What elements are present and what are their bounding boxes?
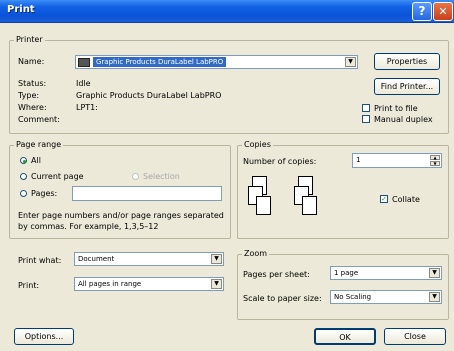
spin-down-icon[interactable]: ▼ <box>430 161 440 166</box>
print-what-label: Print what: <box>18 256 62 265</box>
manual-duplex-checkbox[interactable] <box>362 115 370 123</box>
page-range-pages-radio[interactable] <box>20 190 27 197</box>
status-value: Idle <box>76 79 91 88</box>
close-button[interactable]: Close <box>384 328 446 345</box>
pages-per-sheet-select[interactable]: 1 page ▼ <box>330 266 442 280</box>
comment-label: Comment: <box>18 115 60 124</box>
page-range-pages-label: Pages: <box>31 189 58 198</box>
printer-name-select[interactable]: Graphic Products DuraLabel LabPRO ▼ <box>75 55 358 69</box>
status-label: Status: <box>18 79 47 88</box>
title-bar <box>0 0 454 23</box>
zoom-group-label: Zoom <box>242 249 270 258</box>
print-to-file-label: Print to file <box>374 104 418 113</box>
where-value: LPT1: <box>76 103 98 112</box>
number-of-copies-input[interactable]: 1 ▲ ▼ <box>352 153 442 168</box>
zoom-group <box>237 254 449 320</box>
collate-checkbox[interactable]: ✓ <box>380 195 388 203</box>
number-of-copies-label: Number of copies: <box>243 157 317 166</box>
print-select[interactable]: All pages in range ▼ <box>74 277 224 291</box>
copies-group-label: Copies <box>242 140 273 149</box>
properties-button[interactable]: Properties <box>374 53 440 70</box>
chevron-down-icon[interactable]: ▼ <box>211 279 222 289</box>
page-range-group-label: Page range <box>14 140 64 149</box>
pages-per-sheet-value: 1 page <box>334 269 359 277</box>
scale-value: No Scaling <box>334 293 372 301</box>
chevron-down-icon[interactable]: ▼ <box>345 57 356 67</box>
page-range-selection-label: Selection <box>143 172 180 181</box>
page-range-selection-radio[interactable] <box>132 173 139 180</box>
print-what-value: Document <box>78 255 115 263</box>
printer-name-value: Graphic Products DuraLabel LabPRO <box>93 57 227 67</box>
printer-name-label: Name: <box>18 57 45 66</box>
pages-per-sheet-label: Pages per sheet: <box>243 270 310 279</box>
window-title: Print <box>7 4 35 15</box>
page-range-all-label: All <box>31 156 41 165</box>
page-range-all-radio[interactable] <box>20 157 27 164</box>
ok-button[interactable]: OK <box>314 328 376 345</box>
collate-label: Collate <box>392 195 420 204</box>
where-label: Where: <box>18 103 47 112</box>
printer-icon <box>78 58 90 67</box>
pages-input[interactable] <box>72 186 222 201</box>
options-button[interactable]: Options... <box>14 328 74 345</box>
help-icon[interactable]: ? <box>412 2 432 21</box>
chevron-down-icon[interactable]: ▼ <box>429 292 440 302</box>
number-of-copies-value: 1 <box>356 156 361 164</box>
collate-pages-icon <box>248 176 317 215</box>
spin-up-icon[interactable]: ▲ <box>430 155 440 160</box>
page-range-hint: Enter page numbers and/or page ranges se… <box>18 211 224 231</box>
print-what-select[interactable]: Document ▼ <box>74 252 224 266</box>
print-value: All pages in range <box>78 280 142 288</box>
chevron-down-icon[interactable]: ▼ <box>211 254 222 264</box>
find-printer-button[interactable]: Find Printer... <box>374 78 440 95</box>
manual-duplex-label: Manual duplex <box>374 115 433 124</box>
type-value: Graphic Products DuraLabel LabPRO <box>76 91 222 100</box>
scale-label: Scale to paper size: <box>243 294 322 303</box>
printer-group-label: Printer <box>14 35 45 44</box>
print-to-file-checkbox[interactable] <box>362 104 370 112</box>
chevron-down-icon[interactable]: ▼ <box>429 268 440 278</box>
page-range-current-radio[interactable] <box>20 173 27 180</box>
print-label: Print: <box>18 281 40 290</box>
scale-select[interactable]: No Scaling ▼ <box>330 290 442 304</box>
close-icon[interactable]: ✕ <box>433 2 453 21</box>
page-range-current-label: Current page <box>31 172 84 181</box>
type-label: Type: <box>18 91 40 100</box>
